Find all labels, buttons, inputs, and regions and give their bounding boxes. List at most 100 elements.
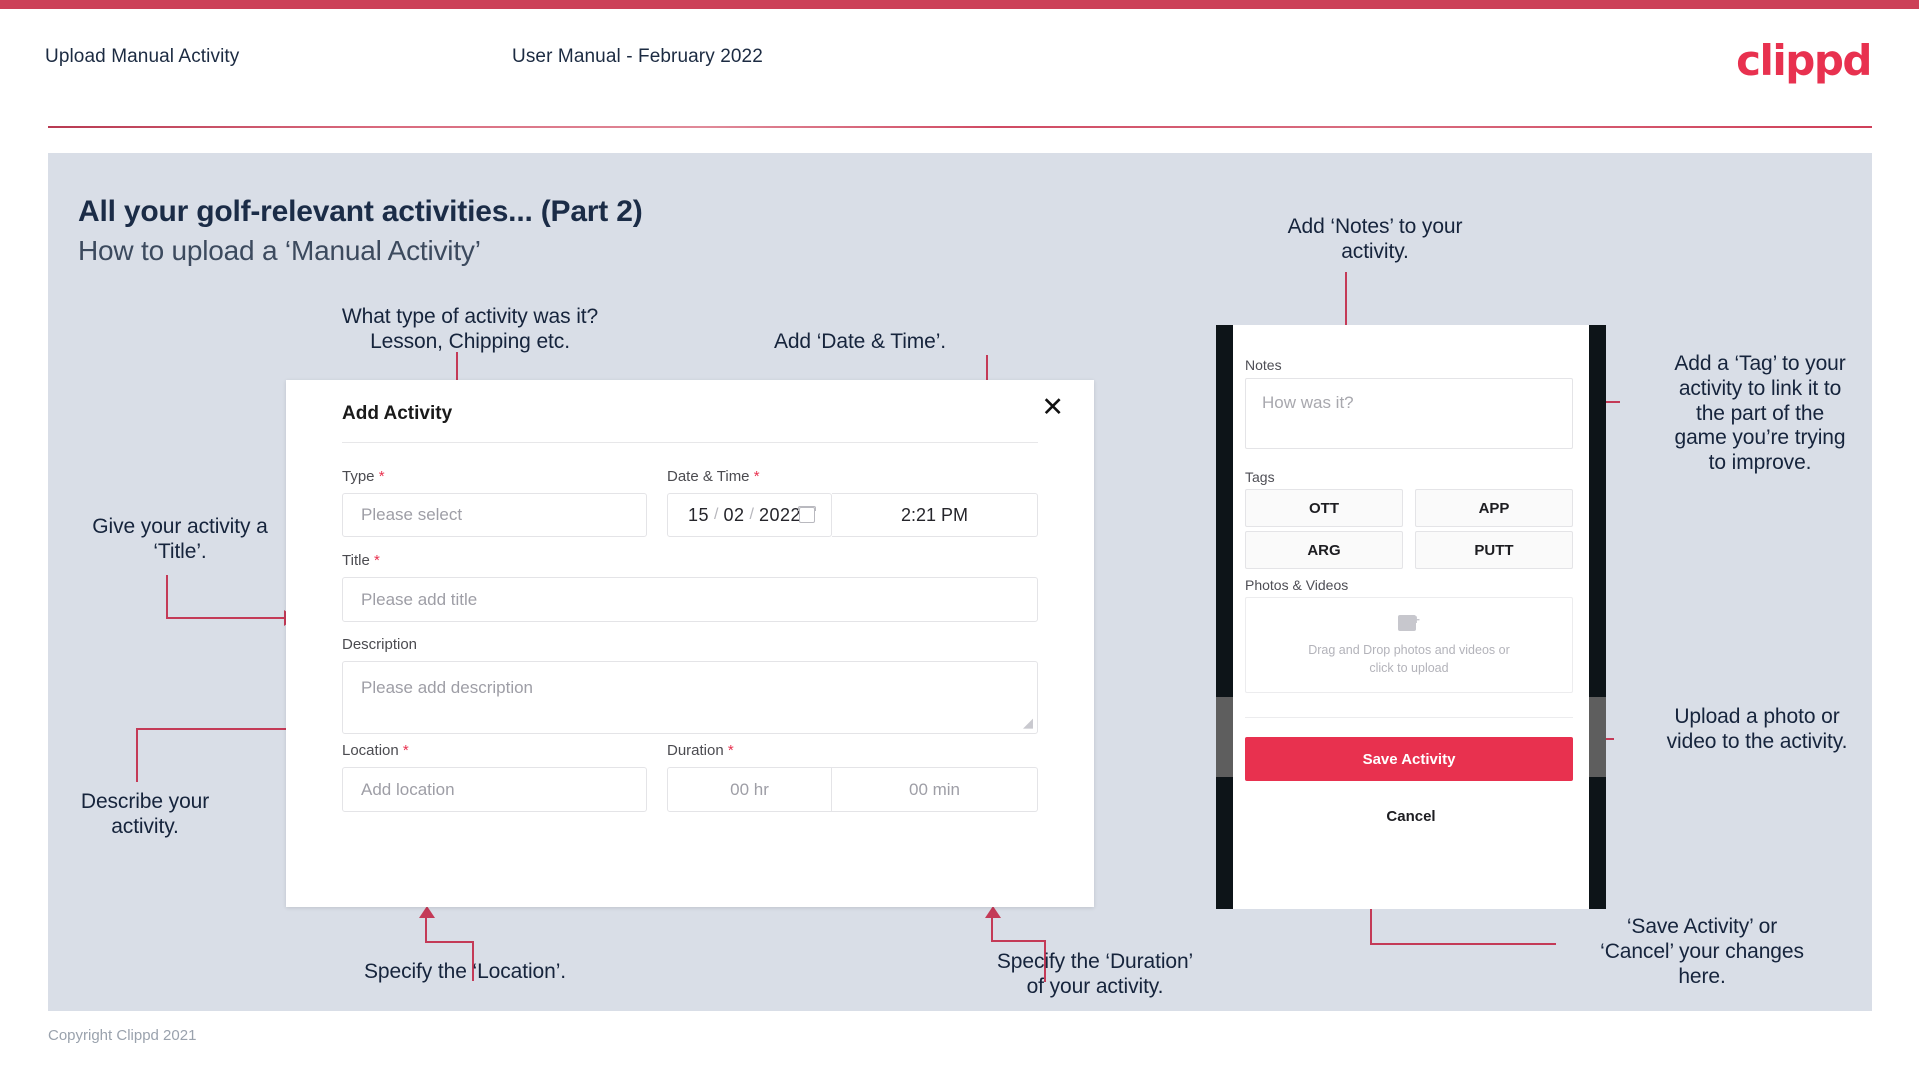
cancel-label: Cancel bbox=[1386, 808, 1436, 825]
annotation-datetime: Add ‘Date & Time’. bbox=[773, 330, 947, 353]
media-label: Photos & Videos bbox=[1245, 577, 1349, 593]
location-input[interactable]: Add location bbox=[342, 767, 647, 812]
duration-label: Duration * bbox=[667, 742, 734, 759]
annotation-upload: Upload a photo or video to the activity. bbox=[1666, 705, 1848, 753]
date-sep-2: / bbox=[749, 506, 754, 523]
description-placeholder: Please add description bbox=[361, 678, 534, 697]
media-dropzone[interactable]: + Drag and Drop photos and videos or cli… bbox=[1245, 597, 1573, 693]
save-activity-label: Save Activity bbox=[1362, 750, 1456, 768]
type-placeholder: Please select bbox=[361, 505, 463, 524]
add-activity-dialog: Add Activity ✕ Type * Please select Date… bbox=[286, 380, 1094, 907]
datetime-label: Date & Time * bbox=[667, 468, 760, 485]
tag-ott-label: OTT bbox=[1309, 499, 1339, 517]
tag-arg-label: ARG bbox=[1307, 541, 1341, 559]
duration-minutes-input[interactable]: 00 min bbox=[832, 767, 1038, 812]
annotation-save-cancel: ‘Save Activity’ or ‘Cancel’ your changes… bbox=[1600, 915, 1804, 988]
title-label-text: Title bbox=[342, 552, 370, 569]
annotation-tag: Add a ‘Tag’ to your activity to link it … bbox=[1674, 352, 1846, 475]
arrow-loc-horiz bbox=[425, 941, 474, 943]
datetime-label-text: Date & Time bbox=[667, 468, 750, 485]
date-year: 2022 bbox=[758, 504, 802, 525]
close-icon[interactable]: ✕ bbox=[1041, 394, 1064, 421]
date-day: 15 bbox=[688, 504, 710, 525]
slide-heading: All your golf-relevant activities... (Pa… bbox=[78, 195, 643, 228]
phone-button-left bbox=[1216, 697, 1233, 777]
location-placeholder: Add location bbox=[361, 779, 455, 799]
arrow-desc-vert bbox=[136, 730, 138, 782]
title-label: Title * bbox=[342, 552, 380, 569]
tag-arg[interactable]: ARG bbox=[1245, 531, 1403, 569]
arrowhead-duration bbox=[985, 906, 1001, 918]
location-label: Location * bbox=[342, 742, 409, 759]
notes-label: Notes bbox=[1245, 357, 1282, 373]
title-input[interactable]: Please add title bbox=[342, 577, 1038, 622]
phone-button-right bbox=[1589, 697, 1606, 777]
phone-divider bbox=[1245, 717, 1573, 718]
image-add-icon: + bbox=[1398, 613, 1420, 632]
phone-frame-right bbox=[1589, 325, 1606, 909]
dropzone-line2: click to upload bbox=[1369, 661, 1449, 675]
description-label-text: Description bbox=[342, 636, 418, 653]
annotation-location: Specify the ‘Location’. bbox=[364, 960, 566, 983]
calendar-icon[interactable] bbox=[798, 506, 817, 523]
footer-copyright: Copyright Clippd 2021 bbox=[48, 1027, 197, 1044]
dialog-header: Add Activity ✕ bbox=[286, 380, 1094, 442]
date-sep-1: / bbox=[714, 506, 719, 523]
datetime-required-mark: * bbox=[753, 468, 760, 485]
arrow-title-horiz bbox=[166, 617, 286, 619]
clippd-logo: clippd bbox=[1736, 36, 1872, 85]
slide-subheading: How to upload a ‘Manual Activity’ bbox=[78, 235, 481, 266]
arrow-save-horiz bbox=[1370, 943, 1556, 945]
description-textarea[interactable]: Please add description ◢ bbox=[342, 661, 1038, 734]
time-input[interactable]: 2:21 PM bbox=[832, 493, 1038, 537]
arrow-dur-vert1 bbox=[991, 916, 993, 942]
tags-label: Tags bbox=[1245, 469, 1275, 485]
arrow-notes-vert1 bbox=[1345, 272, 1347, 332]
type-required-mark: * bbox=[378, 468, 385, 485]
dialog-divider bbox=[342, 442, 1038, 443]
page-title: Upload Manual Activity bbox=[45, 46, 240, 67]
duration-minutes-placeholder: 00 min bbox=[908, 779, 961, 799]
title-required-mark: * bbox=[373, 552, 380, 569]
date-input[interactable]: 15 / 02 / 2022 bbox=[667, 493, 832, 537]
description-label: Description bbox=[342, 636, 417, 653]
slide-page: Upload Manual Activity User Manual - Feb… bbox=[0, 0, 1919, 1079]
phone-screen: Notes How was it? Tags OTT APP ARG PUTT … bbox=[1233, 325, 1589, 909]
type-label-text: Type bbox=[342, 468, 375, 485]
dropzone-line1: Drag and Drop photos and videos or bbox=[1308, 642, 1510, 657]
location-label-text: Location bbox=[342, 742, 399, 759]
header-divider bbox=[48, 126, 1872, 128]
annotation-title: Give your activity a ‘Title’. bbox=[92, 515, 268, 563]
tag-ott[interactable]: OTT bbox=[1245, 489, 1403, 527]
type-select[interactable]: Please select bbox=[342, 493, 647, 537]
annotation-description: Describe your activity. bbox=[80, 790, 210, 838]
header-subtitle: User Manual - February 2022 bbox=[512, 46, 763, 67]
phone-frame-left bbox=[1216, 325, 1233, 909]
arrowhead-location bbox=[419, 906, 435, 918]
annotation-type: What type of activity was it? Lesson, Ch… bbox=[341, 305, 599, 353]
annotation-notes: Add ‘Notes’ to your activity. bbox=[1287, 215, 1463, 263]
date-month: 02 bbox=[723, 504, 745, 525]
title-placeholder: Please add title bbox=[361, 589, 478, 609]
top-accent-bar bbox=[0, 0, 1919, 9]
notes-textarea[interactable]: How was it? bbox=[1245, 378, 1573, 449]
save-activity-button[interactable]: Save Activity bbox=[1245, 737, 1573, 781]
duration-hours-placeholder: 00 hr bbox=[730, 779, 769, 799]
arrow-loc-vert1 bbox=[425, 916, 427, 943]
location-required-mark: * bbox=[402, 742, 409, 759]
tag-app[interactable]: APP bbox=[1415, 489, 1573, 527]
arrow-dur-horiz bbox=[991, 940, 1046, 942]
duration-required-mark: * bbox=[727, 742, 734, 759]
arrow-title-vert bbox=[166, 575, 168, 619]
notes-placeholder: How was it? bbox=[1262, 393, 1354, 412]
phone-mockup: Notes How was it? Tags OTT APP ARG PUTT … bbox=[1216, 325, 1606, 909]
cancel-button[interactable]: Cancel bbox=[1233, 808, 1589, 825]
resize-grip-icon[interactable]: ◢ bbox=[1023, 715, 1033, 731]
tag-putt[interactable]: PUTT bbox=[1415, 531, 1573, 569]
dialog-title: Add Activity bbox=[342, 403, 453, 424]
duration-hours-input[interactable]: 00 hr bbox=[667, 767, 832, 812]
tag-app-label: APP bbox=[1478, 499, 1510, 517]
type-label: Type * bbox=[342, 468, 385, 485]
time-value: 2:21 PM bbox=[900, 504, 969, 525]
annotation-duration: Specify the ‘Duration’ of your activity. bbox=[996, 950, 1194, 998]
